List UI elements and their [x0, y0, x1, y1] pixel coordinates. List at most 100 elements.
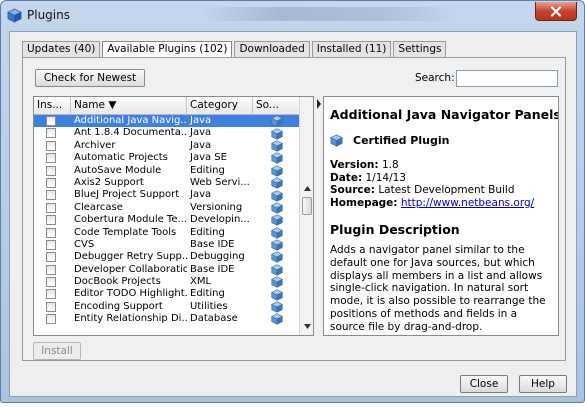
plugin-category-cell: Editing	[190, 288, 225, 300]
split-pane-divider[interactable]	[316, 96, 322, 336]
install-checkbox[interactable]	[46, 227, 56, 238]
plugin-category-cell: Versioning	[190, 201, 243, 213]
install-checkbox[interactable]	[46, 177, 56, 188]
scroll-up-arrow[interactable]	[300, 181, 313, 195]
homepage-link[interactable]: http://www.netbeans.org/	[401, 197, 534, 209]
certified-cube-icon	[270, 289, 283, 301]
table-row[interactable]: BlueJ Project Support Java	[34, 189, 300, 202]
table-row[interactable]: Automatic Projects Java SE	[34, 152, 300, 165]
scroll-up-icon	[303, 185, 311, 191]
certified-plugin-row: Certified Plugin	[330, 134, 553, 147]
plugin-category-cell: XML	[190, 276, 212, 288]
collapse-arrow-icon[interactable]	[316, 98, 322, 110]
table-row[interactable]: Entity Relationship Di... Database	[34, 313, 300, 326]
help-button[interactable]: Help	[519, 375, 567, 393]
table-scrollbar[interactable]	[299, 97, 313, 335]
table-row[interactable]: Additional Java Navig... Java	[34, 115, 300, 128]
install-checkbox[interactable]	[46, 314, 56, 325]
source-cell	[253, 264, 300, 276]
install-cell	[34, 202, 71, 214]
install-checkbox[interactable]	[46, 202, 56, 213]
certified-cube-icon	[270, 127, 283, 140]
title-bar[interactable]: Plugins	[1, 1, 584, 31]
certified-cube-icon	[270, 239, 283, 251]
table-row[interactable]: Axis2 Support Web Servi...	[34, 177, 300, 189]
tab-updates[interactable]: Updates (40)	[22, 41, 101, 57]
source-cell	[253, 127, 300, 140]
window-title: Plugins	[27, 8, 70, 22]
source-cell	[253, 115, 300, 127]
column-header-name[interactable]: Name ▼	[71, 97, 187, 115]
plugin-category-cell: Base IDE	[190, 263, 235, 275]
certified-cube-icon	[270, 177, 283, 189]
plugin-name-cell: Clearcase	[74, 201, 123, 213]
table-row[interactable]: DocBook Projects XML	[34, 276, 300, 289]
table-row[interactable]: Clearcase Versioning	[34, 202, 300, 214]
install-cell	[34, 227, 71, 239]
dialog-content: Updates (40) Available Plugins (102) Dow…	[9, 31, 577, 397]
table-row[interactable]: Debugger Retry Supp... Debugging	[34, 251, 300, 264]
plugin-category-cell: Database	[190, 313, 238, 325]
install-cell	[34, 115, 71, 127]
title-bar-blur	[201, 7, 461, 21]
window-close-button[interactable]	[535, 2, 577, 21]
scroll-down-arrow[interactable]	[300, 319, 313, 333]
plugin-description-heading: Plugin Description	[330, 222, 460, 237]
table-row[interactable]: Ant 1.8.4 Documenta... Java	[34, 127, 300, 140]
plugin-category-cell: Utilities	[190, 300, 228, 312]
install-checkbox[interactable]	[46, 239, 56, 250]
plugin-category-cell: Java	[190, 189, 212, 201]
certified-cube-icon	[270, 189, 283, 202]
tab-installed[interactable]: Installed (11)	[311, 41, 392, 57]
available-plugins-panel: Check for Newest Search: Ins... Name ▼ C…	[22, 57, 566, 361]
close-button[interactable]: Close	[460, 375, 508, 393]
table-row[interactable]: Encoding Support Utilities	[34, 301, 300, 313]
column-header-source[interactable]: So...	[253, 97, 300, 115]
install-checkbox[interactable]	[46, 252, 56, 263]
tab-settings[interactable]: Settings	[393, 41, 447, 57]
install-checkbox[interactable]	[46, 116, 56, 126]
plugin-category-cell: Debugging	[190, 251, 245, 263]
table-row[interactable]: Code Template Tools Editing	[34, 227, 300, 239]
tab-downloaded[interactable]: Downloaded	[234, 41, 310, 57]
install-checkbox[interactable]	[46, 128, 56, 139]
install-checkbox[interactable]	[46, 277, 56, 288]
check-for-newest-button[interactable]: Check for Newest	[35, 69, 145, 87]
install-cell	[34, 276, 71, 288]
plugin-name-cell: Axis2 Support	[74, 176, 144, 188]
tab-available-plugins[interactable]: Available Plugins (102)	[102, 41, 233, 58]
install-checkbox[interactable]	[46, 289, 56, 300]
certified-cube-icon	[270, 301, 283, 313]
table-row[interactable]: AutoSave Module Editing	[34, 165, 300, 177]
table-row[interactable]: CVS Base IDE	[34, 239, 300, 251]
plugin-description: Adds a navigator panel similar to the de…	[330, 244, 546, 333]
install-checkbox[interactable]	[46, 301, 56, 312]
source-cell	[253, 177, 300, 189]
table-row[interactable]: Editor TODO Highlight... Editing	[34, 288, 300, 301]
source-cell	[253, 251, 300, 264]
install-cell	[34, 239, 71, 251]
plugin-name-cell: BlueJ Project Support	[74, 189, 180, 201]
install-cell	[34, 189, 71, 201]
install-cell	[34, 251, 71, 263]
search-label: Search:	[415, 72, 455, 84]
install-checkbox[interactable]	[46, 153, 56, 164]
column-header-install[interactable]: Ins...	[34, 97, 71, 115]
table-row[interactable]: Developer Collaboration Base IDE	[34, 264, 300, 276]
install-checkbox[interactable]	[46, 215, 56, 226]
scrollbar-thumb[interactable]	[302, 197, 312, 215]
search-input[interactable]	[456, 70, 558, 87]
certified-cube-icon	[270, 251, 283, 264]
install-checkbox[interactable]	[46, 140, 56, 151]
install-checkbox[interactable]	[46, 264, 56, 275]
plugin-name-cell: Editor TODO Highlight...	[74, 288, 187, 300]
certified-cube-icon	[270, 140, 283, 152]
table-row[interactable]: Cobertura Module Te... Developin...	[34, 214, 300, 227]
column-header-category[interactable]: Category	[187, 97, 253, 115]
install-checkbox[interactable]	[46, 165, 56, 176]
install-cell	[34, 313, 71, 325]
install-checkbox[interactable]	[46, 190, 56, 201]
install-button[interactable]: Install	[33, 342, 81, 360]
table-row[interactable]: Archiver Java	[34, 140, 300, 152]
source-cell	[253, 165, 300, 177]
